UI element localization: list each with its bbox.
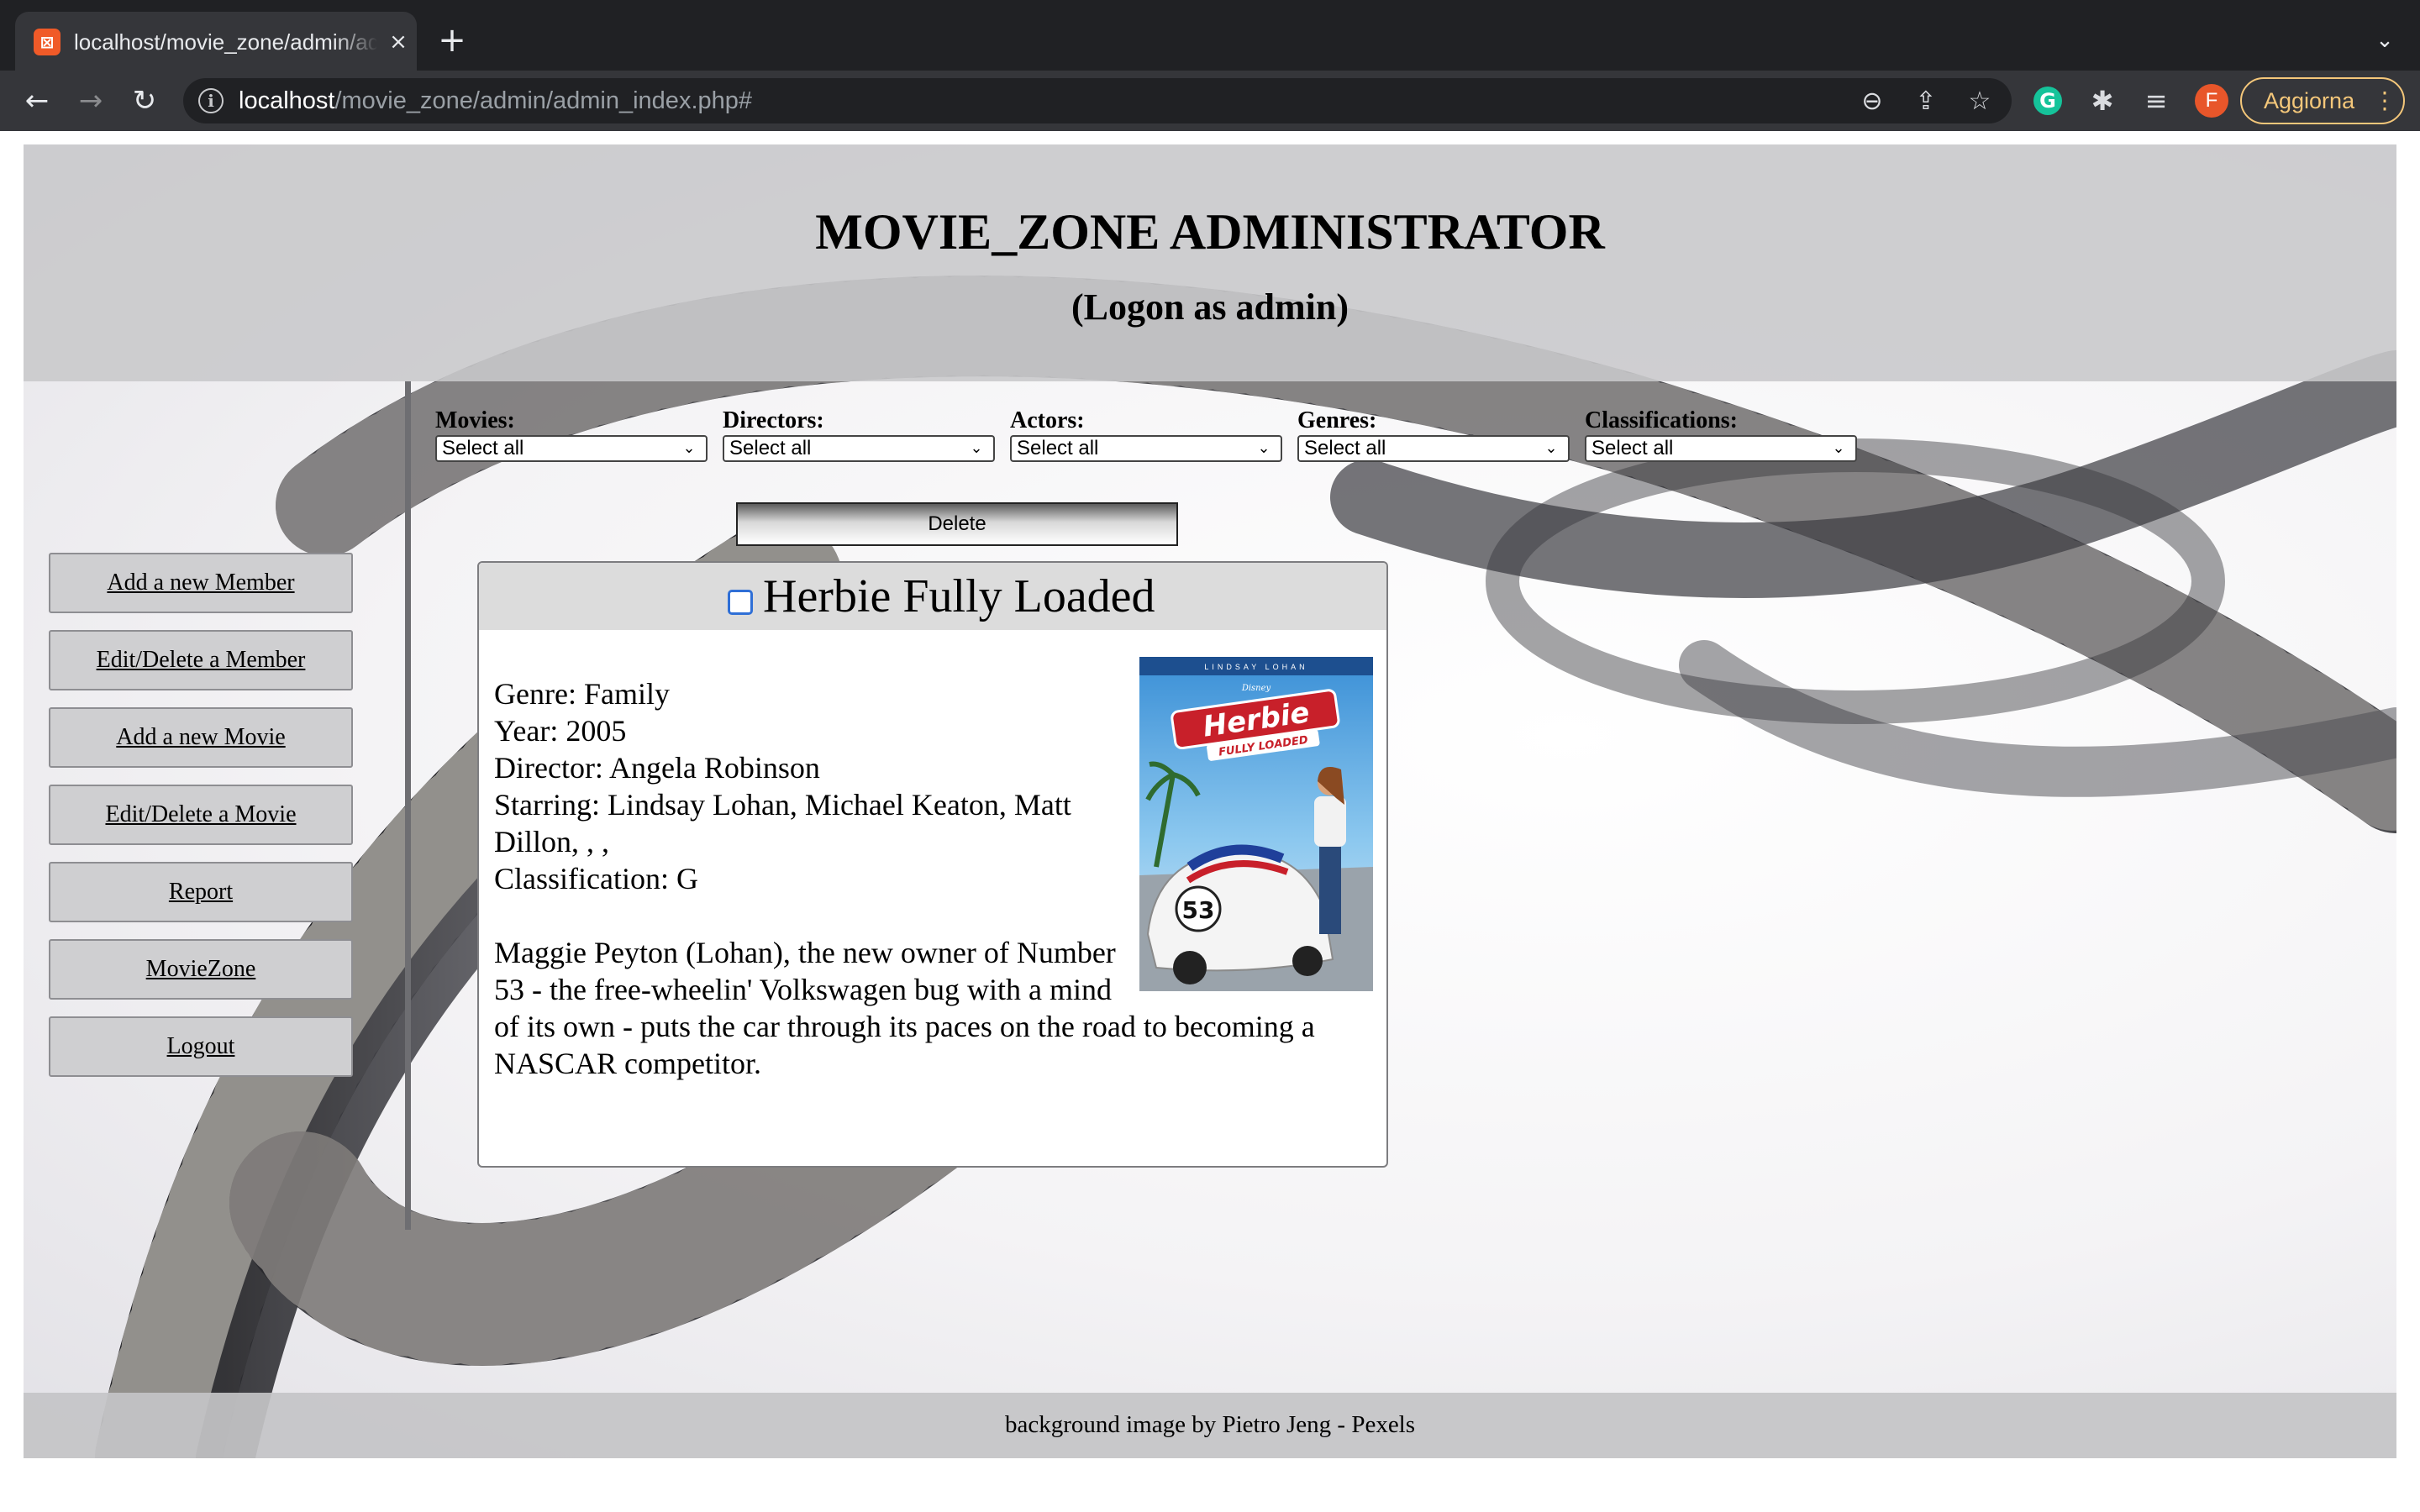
profile-avatar[interactable]: F (2195, 84, 2228, 118)
browser-tab[interactable]: ⊠ localhost/movie_zone/admin/admin_index… (15, 12, 417, 71)
directors-select[interactable]: Select all ⌄ (723, 435, 995, 462)
movie-title: Herbie Fully Loaded (763, 570, 1155, 622)
genres-select-value: Select all (1304, 437, 1386, 459)
filter-actors: Actors: Select all ⌄ (1010, 407, 1282, 465)
update-button[interactable]: Aggiorna ⋮ (2240, 77, 2405, 124)
forward-arrow-icon[interactable]: → (71, 81, 111, 121)
browser-tab-strip: ⊠ localhost/movie_zone/admin/admin_index… (0, 0, 2420, 71)
tab-title-fade (334, 25, 378, 59)
filter-genres: Genres: Select all ⌄ (1297, 407, 1570, 465)
sidebar-item-add-movie[interactable]: Add a new Movie (49, 707, 353, 768)
browser-toolbar: ← → ↻ i localhost/movie_zone/admin/admin… (0, 71, 2420, 131)
movie-card: Herbie Fully Loaded LINDSAY LOHAN Disney (477, 561, 1388, 1168)
site-container: MOVIE_ZONE ADMINISTRATOR (Logon as admin… (24, 144, 2396, 1458)
media-controls-icon[interactable]: ≡ (2139, 84, 2173, 118)
url-text[interactable]: localhost/movie_zone/admin/admin_index.p… (239, 86, 752, 116)
xampp-favicon-icon: ⊠ (34, 29, 60, 55)
footer-credit: background image by Pietro Jeng - Pexels (1004, 1411, 1416, 1438)
page-title: MOVIE_ZONE ADMINISTRATOR (815, 204, 1605, 260)
extensions-puzzle-icon[interactable]: ✱ (2086, 84, 2119, 118)
movie-card-header: Herbie Fully Loaded (479, 563, 1386, 630)
filter-classifications-label: Classifications: (1585, 407, 1738, 433)
url-host: localhost (239, 87, 335, 114)
share-icon[interactable]: ⇪ (1911, 87, 1941, 117)
site-header: MOVIE_ZONE ADMINISTRATOR (Logon as admin… (24, 144, 2396, 381)
filter-bar: Movies: Select all ⌄ Directors: Select a… (435, 407, 1914, 465)
sidebar-item-moviezone[interactable]: MovieZone (49, 939, 353, 1000)
poster-car-number: 53 (1182, 896, 1215, 924)
chevron-down-icon: ⌄ (970, 439, 983, 457)
site-info-icon[interactable]: i (198, 88, 224, 113)
filter-classifications: Classifications: Select all ⌄ (1585, 407, 1857, 465)
url-path: /movie_zone/admin/admin_index.php# (334, 87, 753, 114)
chevron-down-icon: ⌄ (1832, 439, 1845, 457)
address-bar[interactable]: i localhost/movie_zone/admin/admin_index… (183, 78, 2012, 123)
reload-icon[interactable]: ↻ (124, 81, 165, 121)
chevron-down-icon: ⌄ (682, 439, 696, 457)
sidebar-item-edit-delete-movie[interactable]: Edit/Delete a Movie (49, 785, 353, 845)
tab-title: localhost/movie_zone/admin/admin_index.p… (74, 29, 376, 55)
sidebar-item-report[interactable]: Report (49, 862, 353, 922)
sidebar-item-logout[interactable]: Logout (49, 1016, 353, 1077)
sidebar-item-edit-delete-member[interactable]: Edit/Delete a Member (49, 630, 353, 690)
back-arrow-icon[interactable]: ← (17, 81, 57, 121)
filter-movies-label: Movies: (435, 407, 515, 433)
movies-select-value: Select all (442, 437, 524, 459)
filter-directors: Directors: Select all ⌄ (723, 407, 995, 465)
chevron-down-icon: ⌄ (1257, 439, 1270, 457)
sidebar-item-add-member[interactable]: Add a new Member (49, 553, 353, 613)
classifications-select[interactable]: Select all ⌄ (1585, 435, 1857, 462)
grammarly-extension-icon[interactable]: G (2033, 87, 2062, 115)
movies-select[interactable]: Select all ⌄ (435, 435, 708, 462)
page-subtitle: (Logon as admin) (1071, 286, 1349, 328)
poster-figure-legs (1319, 833, 1341, 934)
poster-credit: LINDSAY LOHAN (1204, 663, 1307, 671)
chevron-down-icon: ⌄ (1544, 439, 1558, 457)
movie-details: LINDSAY LOHAN Disney Herbie FULLY LOADED… (494, 657, 1373, 1082)
movie-select-checkbox[interactable] (728, 590, 753, 615)
sidebar-nav: Add a new Member Edit/Delete a Member Ad… (24, 381, 408, 1221)
poster-wheel-front (1173, 951, 1207, 984)
page-viewport: MOVIE_ZONE ADMINISTRATOR (Logon as admin… (0, 131, 2420, 1512)
poster-brand: Disney (1241, 684, 1271, 693)
classifications-select-value: Select all (1591, 437, 1674, 459)
filter-directors-label: Directors: (723, 407, 824, 433)
poster-wheel-rear (1292, 946, 1323, 976)
movie-poster-image: LINDSAY LOHAN Disney Herbie FULLY LOADED… (1139, 657, 1373, 991)
filter-actors-label: Actors: (1010, 407, 1085, 433)
directors-select-value: Select all (729, 437, 812, 459)
update-label: Aggiorna (2264, 88, 2355, 113)
actors-select-value: Select all (1017, 437, 1099, 459)
browser-menu-icon: ⋮ (2373, 87, 2396, 114)
tab-search-chevron-icon[interactable]: ⌄ (2370, 25, 2400, 55)
zoom-icon[interactable]: ⊖ (1857, 87, 1887, 117)
genres-select[interactable]: Select all ⌄ (1297, 435, 1570, 462)
site-footer: background image by Pietro Jeng - Pexels (24, 1393, 2396, 1458)
filter-movies: Movies: Select all ⌄ (435, 407, 708, 465)
actors-select[interactable]: Select all ⌄ (1010, 435, 1282, 462)
new-tab-icon[interactable]: + (435, 24, 469, 57)
delete-button[interactable]: Delete (736, 502, 1178, 546)
bookmark-star-icon[interactable]: ☆ (1965, 87, 1995, 117)
filter-genres-label: Genres: (1297, 407, 1377, 433)
poster-figure-top (1314, 796, 1346, 847)
close-tab-icon[interactable]: × (385, 29, 412, 55)
